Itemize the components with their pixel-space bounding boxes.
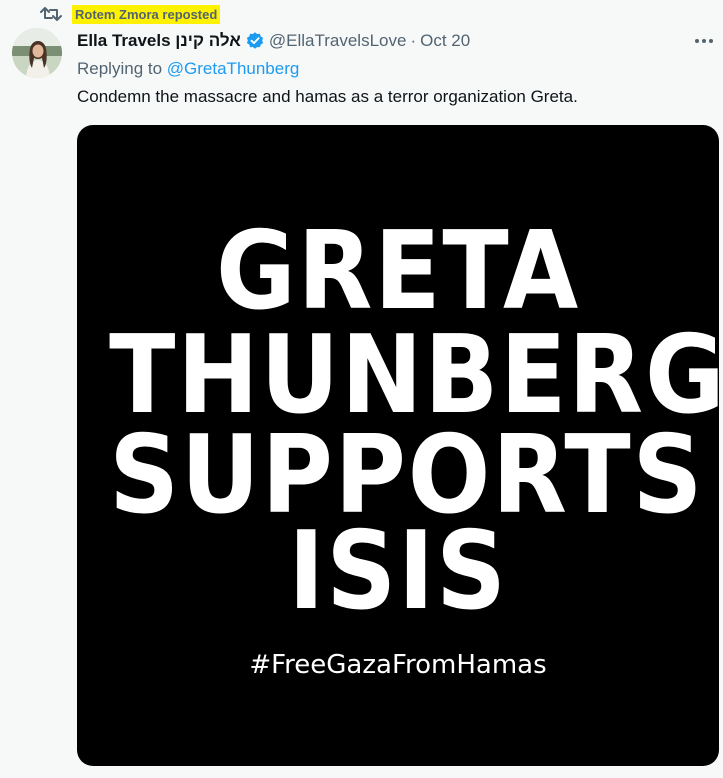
- tweet-header: Ella Travels אלה קינן @EllaTravelsLove ·…: [77, 30, 470, 52]
- more-options-icon[interactable]: [695, 36, 715, 46]
- user-handle[interactable]: @EllaTravelsLove: [269, 30, 407, 52]
- replying-to: Replying to @GretaThunberg: [77, 58, 299, 80]
- avatar[interactable]: [12, 28, 62, 78]
- repost-label[interactable]: Rotem Zmora reposted: [72, 4, 221, 24]
- reply-mention-link[interactable]: @GretaThunberg: [167, 59, 300, 78]
- display-name[interactable]: Ella Travels אלה קינן: [77, 30, 241, 52]
- replying-prefix: Replying to: [77, 59, 167, 78]
- separator-dot: ·: [410, 31, 417, 50]
- repost-icon: [40, 5, 62, 23]
- media-line-4: ISIS: [288, 509, 508, 634]
- media-hashtag: #FreeGazaFromHamas: [249, 650, 547, 680]
- tweet-date[interactable]: Oct 20: [420, 30, 470, 52]
- tweet-text: Condemn the massacre and hamas as a terr…: [77, 87, 578, 106]
- media-line-1: GRETA: [215, 209, 580, 334]
- repost-context[interactable]: Rotem Zmora reposted: [40, 4, 221, 24]
- tweet-media-image[interactable]: GRETA THUNBERG SUPPORTS ISIS #FreeGazaFr…: [77, 125, 719, 766]
- verified-badge-icon[interactable]: [245, 31, 265, 51]
